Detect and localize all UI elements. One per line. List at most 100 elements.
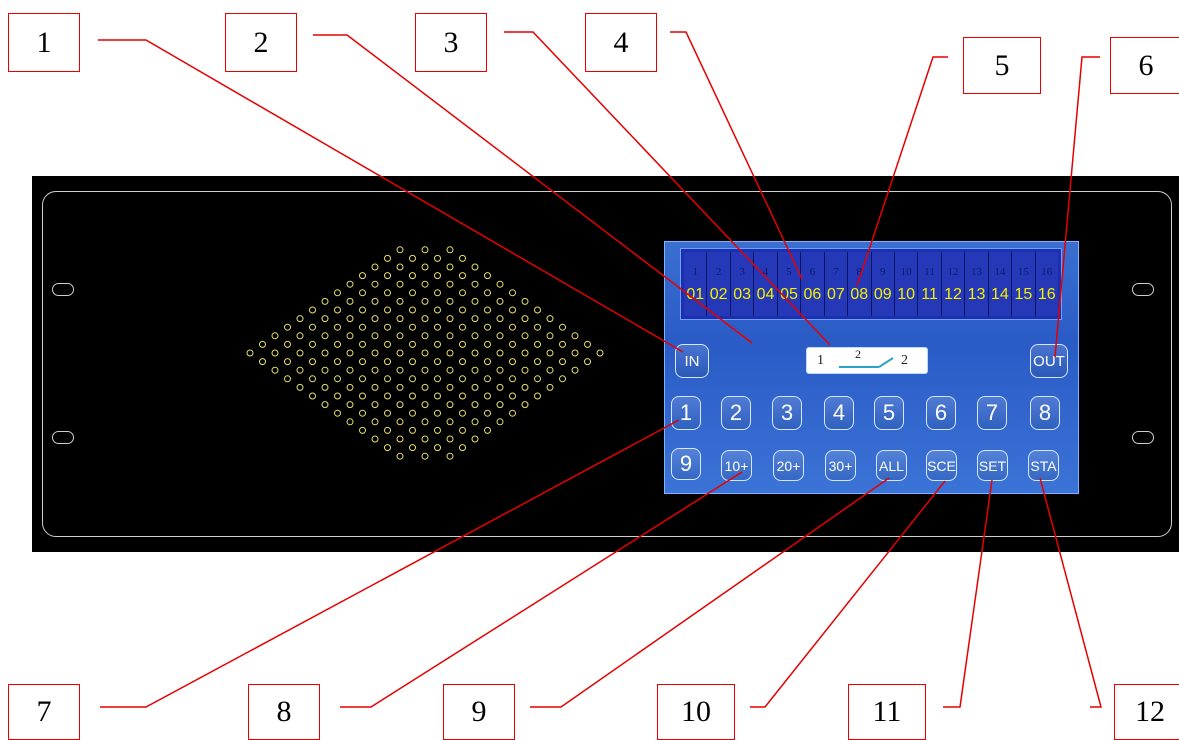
- grille-hole: [496, 349, 504, 357]
- key-2-button[interactable]: 2: [721, 396, 751, 430]
- grille-hole: [346, 383, 354, 391]
- grille-hole: [534, 340, 541, 348]
- mounting-slot-top-right: [1132, 283, 1154, 296]
- in-button[interactable]: IN: [675, 344, 709, 378]
- grille-hole: [334, 323, 341, 331]
- grille-hole: [546, 366, 554, 374]
- key-4-button[interactable]: 4: [824, 396, 854, 430]
- grille-hole: [459, 444, 466, 452]
- grille-hole: [496, 297, 504, 305]
- grille-hole: [359, 358, 366, 366]
- grille-hole: [434, 323, 441, 331]
- grille-hole: [309, 375, 316, 383]
- grille-hole: [596, 349, 604, 357]
- grille-hole: [296, 332, 304, 340]
- grille-hole: [446, 280, 454, 288]
- key-all-button[interactable]: ALL: [876, 450, 907, 481]
- grille-hole: [346, 332, 354, 340]
- grille-hole: [271, 332, 279, 340]
- grille-hole: [421, 297, 429, 305]
- grille-hole: [284, 323, 291, 331]
- grille-hole: [459, 306, 466, 314]
- key-set-button[interactable]: SET: [977, 450, 1008, 481]
- grille-hole: [446, 435, 454, 443]
- channel-cell: 3 03: [729, 252, 754, 316]
- key-7-button[interactable]: 7: [977, 396, 1007, 430]
- callout-5: 5: [963, 37, 1041, 94]
- key-sce-button[interactable]: SCE: [926, 450, 957, 481]
- channel-label: 10: [897, 286, 916, 303]
- grille-hole: [396, 332, 404, 340]
- grille-hole: [371, 349, 379, 357]
- grille-hole: [396, 280, 404, 288]
- grille-hole: [384, 289, 391, 297]
- grille-hole: [346, 418, 354, 426]
- grille-hole: [459, 375, 466, 383]
- grille-hole: [396, 297, 404, 305]
- key-sta-button[interactable]: STA: [1028, 450, 1059, 481]
- grille-hole: [484, 375, 491, 383]
- out-button[interactable]: OUT: [1030, 344, 1068, 378]
- grille-hole: [384, 426, 391, 434]
- channel-number: 7: [833, 266, 839, 278]
- grille-hole: [409, 392, 416, 400]
- key-10-plus-button[interactable]: 10+: [721, 450, 752, 481]
- grille-hole: [546, 383, 554, 391]
- channel-label: 07: [826, 286, 845, 303]
- grille-hole: [334, 392, 341, 400]
- grille-hole: [384, 323, 391, 331]
- grille-hole: [371, 366, 379, 374]
- grille-hole: [471, 280, 479, 288]
- grille-hole: [509, 306, 516, 314]
- grille-hole: [409, 323, 416, 331]
- grille-hole: [421, 246, 429, 254]
- grille-hole: [471, 349, 479, 357]
- grille-hole: [496, 280, 504, 288]
- channel-number: 5: [786, 266, 792, 278]
- channel-label: 02: [709, 286, 728, 303]
- grille-hole: [334, 375, 341, 383]
- grille-hole: [384, 358, 391, 366]
- grille-hole: [446, 332, 454, 340]
- grille-hole: [546, 315, 554, 323]
- channel-label: 03: [733, 286, 751, 303]
- grille-hole: [484, 272, 491, 280]
- grille-hole: [309, 340, 316, 348]
- grille-hole: [446, 452, 454, 460]
- grille-hole: [471, 297, 479, 305]
- grille-hole: [396, 366, 404, 374]
- grille-hole: [396, 315, 404, 323]
- key-6-button[interactable]: 6: [926, 396, 956, 430]
- channel-cell: 6 06: [800, 252, 824, 316]
- key-5-button[interactable]: 5: [874, 396, 904, 430]
- grille-hole: [346, 366, 354, 374]
- grille-hole: [571, 366, 579, 374]
- grille-hole: [321, 315, 329, 323]
- key-1-button[interactable]: 1: [671, 396, 701, 430]
- grille-hole: [446, 418, 454, 426]
- callout-3: 3: [415, 13, 487, 72]
- key-8-button[interactable]: 8: [1030, 396, 1060, 430]
- grille-hole: [321, 383, 329, 391]
- channel-label: 06: [803, 286, 822, 303]
- key-20-plus-button[interactable]: 20+: [773, 450, 804, 481]
- key-30-plus-button[interactable]: 30+: [825, 450, 856, 481]
- grille-hole: [359, 375, 366, 383]
- callout-2: 2: [225, 13, 297, 72]
- grille-hole: [484, 409, 491, 417]
- grille-hole: [371, 263, 379, 271]
- grille-hole: [559, 323, 566, 331]
- channel-cell: 5 05: [776, 252, 801, 316]
- grille-hole: [471, 332, 479, 340]
- grille-hole: [346, 297, 354, 305]
- key-9-button[interactable]: 9: [671, 448, 701, 480]
- grille-hole: [459, 392, 466, 400]
- key-3-button[interactable]: 3: [772, 396, 802, 430]
- callout-7: 7: [8, 684, 80, 740]
- grille-hole: [309, 306, 316, 314]
- grille-hole: [359, 409, 366, 417]
- grille-hole: [359, 426, 366, 434]
- grille-hole: [471, 418, 479, 426]
- grille-hole: [321, 366, 329, 374]
- grille-hole: [421, 383, 429, 391]
